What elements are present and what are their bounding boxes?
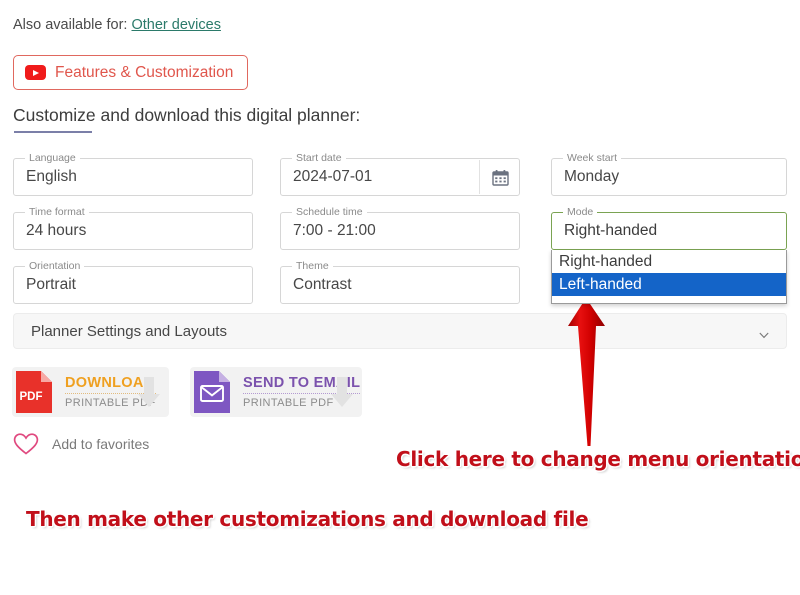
envelope-file-icon [190, 367, 234, 417]
chevron-down-icon[interactable] [759, 327, 769, 339]
heart-outline-icon [13, 432, 39, 456]
field-schedule-time[interactable]: Schedule time 7:00 - 21:00 [280, 206, 520, 250]
annotation-click-here: Click here to change menu orientation [396, 447, 800, 471]
features-customization-label: Features & Customization [55, 63, 234, 81]
planner-settings-accordion[interactable]: Planner Settings and Layouts [13, 313, 787, 349]
date-divider [479, 160, 480, 194]
down-arrow-watermark-icon [331, 375, 353, 409]
field-schedule-time-value: 7:00 - 21:00 [293, 222, 376, 239]
mode-option-left-handed[interactable]: Left-handed [552, 273, 786, 296]
field-theme-value: Contrast [293, 276, 352, 293]
add-to-favorites-label: Add to favorites [52, 436, 150, 452]
youtube-icon [25, 65, 46, 80]
page-title: Customize and download this digital plan… [13, 105, 361, 125]
down-arrow-watermark-icon [138, 375, 160, 409]
field-orientation-value: Portrait [26, 276, 76, 293]
field-language-value: English [26, 168, 77, 185]
field-time-format[interactable]: Time format 24 hours [13, 206, 253, 250]
field-theme-label: Theme [292, 260, 333, 272]
field-mode[interactable]: Mode Right-handed [551, 206, 787, 250]
field-mode-value: Right-handed [564, 222, 658, 239]
add-to-favorites-button[interactable]: Add to favorites [13, 432, 149, 456]
field-time-format-value: 24 hours [26, 222, 87, 239]
also-available-prefix: Also available for: [13, 17, 128, 33]
page-root: Also available for: Other devices Featur… [0, 0, 800, 595]
field-orientation[interactable]: Orientation Portrait [13, 260, 253, 304]
title-underline [14, 131, 92, 133]
pdf-file-icon: PDF [12, 367, 56, 417]
mode-option-right-handed[interactable]: Right-handed [552, 250, 786, 273]
field-mode-label: Mode [563, 206, 598, 218]
planner-settings-label: Planner Settings and Layouts [31, 322, 227, 340]
svg-text:PDF: PDF [20, 391, 43, 403]
field-start-date-value: 2024-07-01 [293, 168, 373, 185]
field-start-date[interactable]: Start date 2024-07-01 [280, 152, 520, 196]
field-language[interactable]: Language English [13, 152, 253, 196]
mode-dropdown-list[interactable]: Right-handed Left-handed [551, 250, 787, 304]
field-language-label: Language [25, 152, 80, 164]
features-customization-button[interactable]: Features & Customization [13, 55, 249, 90]
field-start-date-label: Start date [292, 152, 346, 164]
calendar-icon[interactable] [492, 169, 509, 186]
download-pdf-button[interactable]: PDF DOWNLOAD PRINTABLE PDF [12, 367, 169, 417]
field-orientation-label: Orientation [25, 260, 85, 272]
annotation-then-customize: Then make other customizations and downl… [26, 507, 589, 531]
send-to-email-button[interactable]: SEND TO EMAIL PRINTABLE PDF [190, 367, 362, 417]
field-week-start[interactable]: Week start Monday [551, 152, 787, 196]
field-theme[interactable]: Theme Contrast [280, 260, 520, 304]
field-time-format-label: Time format [25, 206, 89, 218]
field-schedule-time-label: Schedule time [292, 206, 367, 218]
other-devices-link[interactable]: Other devices [131, 17, 220, 33]
field-week-start-label: Week start [563, 152, 621, 164]
dropdown-bottom-padding [552, 296, 786, 303]
also-available-line: Also available for: Other devices [13, 17, 221, 33]
field-week-start-value: Monday [564, 168, 620, 185]
